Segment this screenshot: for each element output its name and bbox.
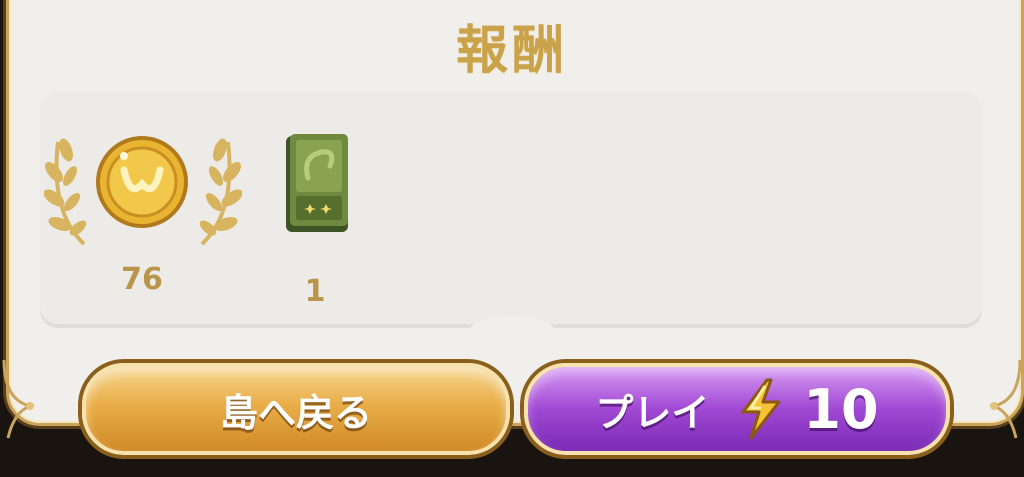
back-to-island-label: 島へ戻る [219,390,372,435]
play-button[interactable]: プレイ 10 [524,363,950,455]
card-pack-count: 1 [304,274,326,309]
page-title: 報酬 [455,21,568,81]
coin-count: 76 [121,262,163,297]
ornament-right-icon [988,360,1022,439]
back-to-island-button[interactable]: 島へ戻る [82,363,510,455]
play-label: プレイ [595,390,710,435]
reward-item-coin: 76 [44,128,244,308]
coin-icon [96,136,188,228]
play-cost: 10 [803,377,879,441]
reward-item-card-pack: 1 [270,130,366,310]
laurel-right-icon [199,138,242,246]
card-pack-icon [286,134,348,232]
laurel-left-icon [44,138,87,246]
energy-bolt-icon [741,378,781,440]
ornament-left-icon [2,360,36,439]
